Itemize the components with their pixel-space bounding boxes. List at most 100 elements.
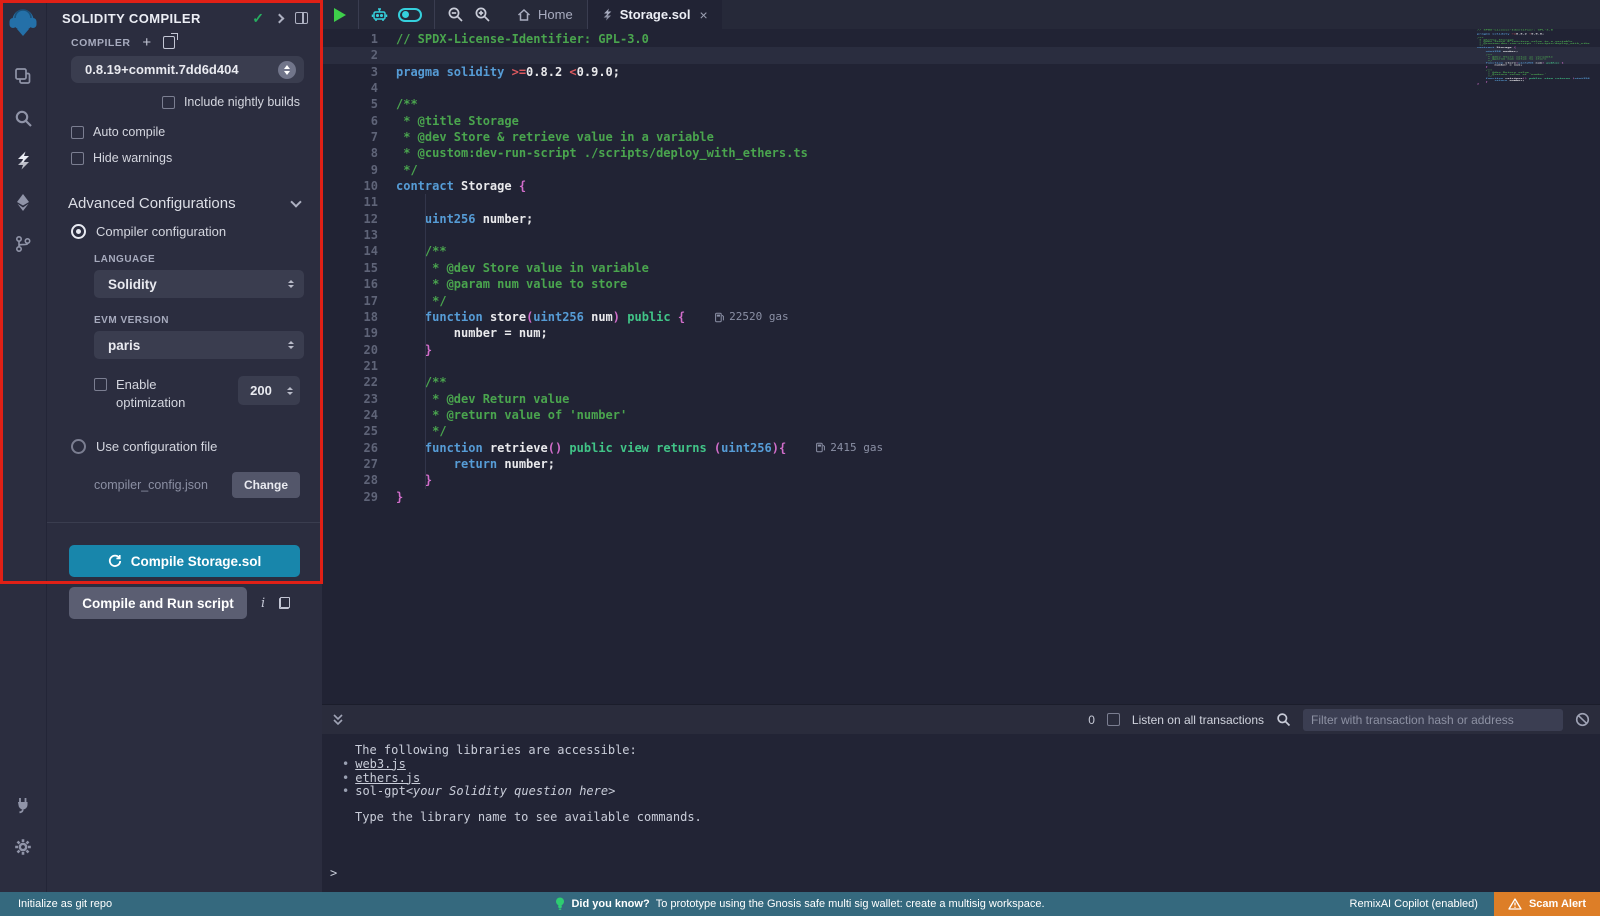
run-script-play-icon[interactable]	[334, 8, 346, 22]
code-line[interactable]: 14 /**	[322, 243, 1600, 259]
line-number[interactable]: 20	[322, 342, 378, 358]
language-select[interactable]: Solidity	[94, 270, 304, 298]
code-line[interactable]: 24 * @return value of 'number'	[322, 407, 1600, 423]
chevron-right-icon[interactable]	[275, 13, 285, 23]
tab-storage-sol[interactable]: Storage.sol ×	[588, 0, 722, 29]
terminal-search-icon[interactable]	[1276, 712, 1291, 727]
code-line[interactable]: 11	[322, 194, 1600, 210]
line-number[interactable]: 8	[322, 145, 378, 161]
transaction-filter-input[interactable]	[1303, 709, 1563, 731]
clear-console-icon[interactable]	[1575, 712, 1590, 727]
line-number[interactable]: 12	[322, 211, 378, 227]
auto-compile-checkbox[interactable]	[71, 126, 84, 139]
change-config-button[interactable]: Change	[232, 472, 300, 498]
line-number[interactable]: 6	[322, 113, 378, 129]
code-line[interactable]: 28 }	[322, 472, 1600, 488]
info-icon[interactable]: i	[261, 596, 265, 611]
hide-warnings-checkbox[interactable]	[71, 152, 84, 165]
code-line[interactable]: 25 */	[322, 423, 1600, 439]
file-explorer-icon[interactable]	[0, 59, 47, 93]
close-tab-icon[interactable]: ×	[699, 7, 707, 23]
line-number[interactable]: 4	[322, 80, 378, 96]
hide-warnings-row[interactable]: Hide warnings	[71, 151, 322, 165]
line-number[interactable]: 17	[322, 293, 378, 309]
deploy-run-icon[interactable]	[0, 185, 47, 219]
code-line[interactable]: 5/**	[322, 96, 1600, 112]
line-number[interactable]: 7	[322, 129, 378, 145]
code-line[interactable]: 9 */	[322, 162, 1600, 178]
enable-optimization-checkbox[interactable]	[94, 378, 107, 391]
code-line[interactable]: 7 * @dev Store & retrieve value in a var…	[322, 129, 1600, 145]
code-editor[interactable]: 1// SPDX-License-Identifier: GPL-3.023pr…	[322, 29, 1600, 704]
line-number[interactable]: 13	[322, 227, 378, 243]
copy-icon[interactable]	[279, 597, 290, 609]
code-line[interactable]: 15 * @dev Store value in variable	[322, 260, 1600, 276]
minimap[interactable]: // SPDX-License-Identifier: GPL-3.0pragm…	[1477, 29, 1590, 269]
zoom-out-icon[interactable]	[447, 6, 464, 23]
code-line[interactable]: 17 */	[322, 293, 1600, 309]
include-nightly-checkbox[interactable]	[162, 96, 175, 109]
line-number[interactable]: 29	[322, 489, 378, 505]
code-line[interactable]: 23 * @dev Return value	[322, 391, 1600, 407]
use-config-file-radio-row[interactable]: Use configuration file	[71, 439, 322, 454]
include-nightly-row[interactable]: Include nightly builds	[71, 95, 300, 109]
code-line[interactable]: 18 function store(uint256 num) public {2…	[322, 309, 1600, 325]
settings-gear-icon[interactable]	[0, 830, 47, 864]
line-number[interactable]: 27	[322, 456, 378, 472]
solidity-compiler-icon[interactable]	[0, 143, 47, 177]
use-config-file-radio[interactable]	[71, 439, 86, 454]
code-line[interactable]: 19 number = num;	[322, 325, 1600, 341]
code-line[interactable]: 13	[322, 227, 1600, 243]
compile-button[interactable]: Compile Storage.sol	[69, 545, 300, 577]
library-link[interactable]: ethers.js	[355, 772, 420, 786]
code-line[interactable]: 4	[322, 80, 1600, 96]
git-icon[interactable]	[0, 227, 47, 261]
evm-version-select[interactable]: paris	[94, 331, 304, 359]
line-number[interactable]: 16	[322, 276, 378, 292]
code-line[interactable]: 8 * @custom:dev-run-script ./scripts/dep…	[322, 145, 1600, 161]
ai-copilot-robot-icon[interactable]	[371, 7, 388, 23]
search-icon[interactable]	[0, 101, 47, 135]
code-line[interactable]: 29}	[322, 489, 1600, 505]
line-number[interactable]: 11	[322, 194, 378, 210]
terminal-prompt[interactable]: >	[330, 867, 337, 881]
git-init-button[interactable]: Initialize as git repo	[18, 898, 112, 910]
code-line[interactable]: 22 /**	[322, 374, 1600, 390]
code-line[interactable]: 27 return number;	[322, 456, 1600, 472]
pin-side-panel-icon[interactable]	[295, 12, 308, 24]
code-line[interactable]: 1// SPDX-License-Identifier: GPL-3.0	[322, 31, 1600, 47]
line-number[interactable]: 3	[322, 64, 378, 80]
line-number[interactable]: 25	[322, 423, 378, 439]
code-line[interactable]: 26 function retrieve() public view retur…	[322, 440, 1600, 456]
code-line[interactable]: 21	[322, 358, 1600, 374]
line-number[interactable]: 14	[322, 243, 378, 259]
line-number[interactable]: 10	[322, 178, 378, 194]
compile-and-run-button[interactable]: Compile and Run script	[69, 587, 247, 619]
line-number[interactable]: 23	[322, 391, 378, 407]
copilot-toggle[interactable]	[398, 8, 422, 22]
line-number[interactable]: 15	[322, 260, 378, 276]
code-line[interactable]: 3pragma solidity >=0.8.2 <0.9.0;	[322, 64, 1600, 80]
line-number[interactable]: 1	[322, 31, 378, 47]
line-number[interactable]: 21	[322, 358, 378, 374]
listen-transactions-checkbox[interactable]	[1107, 713, 1120, 726]
compiler-configuration-radio[interactable]	[71, 224, 86, 239]
auto-compile-row[interactable]: Auto compile	[71, 125, 322, 139]
line-number[interactable]: 28	[322, 472, 378, 488]
line-number[interactable]: 5	[322, 96, 378, 112]
line-number[interactable]: 9	[322, 162, 378, 178]
compiler-version-select[interactable]: 0.8.19+commit.7dd6d404	[71, 56, 304, 83]
code-line[interactable]: 10contract Storage {	[322, 178, 1600, 194]
zoom-in-icon[interactable]	[474, 6, 491, 23]
compiler-configuration-radio-row[interactable]: Compiler configuration	[71, 224, 322, 239]
line-number[interactable]: 18	[322, 309, 378, 325]
line-number[interactable]: 22	[322, 374, 378, 390]
line-number[interactable]: 26	[322, 440, 378, 456]
add-compiler-icon[interactable]: +	[142, 38, 151, 48]
scam-alert-badge[interactable]: Scam Alert	[1494, 892, 1600, 916]
stepper-arrows-icon[interactable]	[287, 387, 293, 395]
tab-home[interactable]: Home	[503, 0, 587, 29]
open-compiler-file-icon[interactable]	[163, 36, 175, 49]
line-number[interactable]: 24	[322, 407, 378, 423]
code-line[interactable]: 20 }	[322, 342, 1600, 358]
